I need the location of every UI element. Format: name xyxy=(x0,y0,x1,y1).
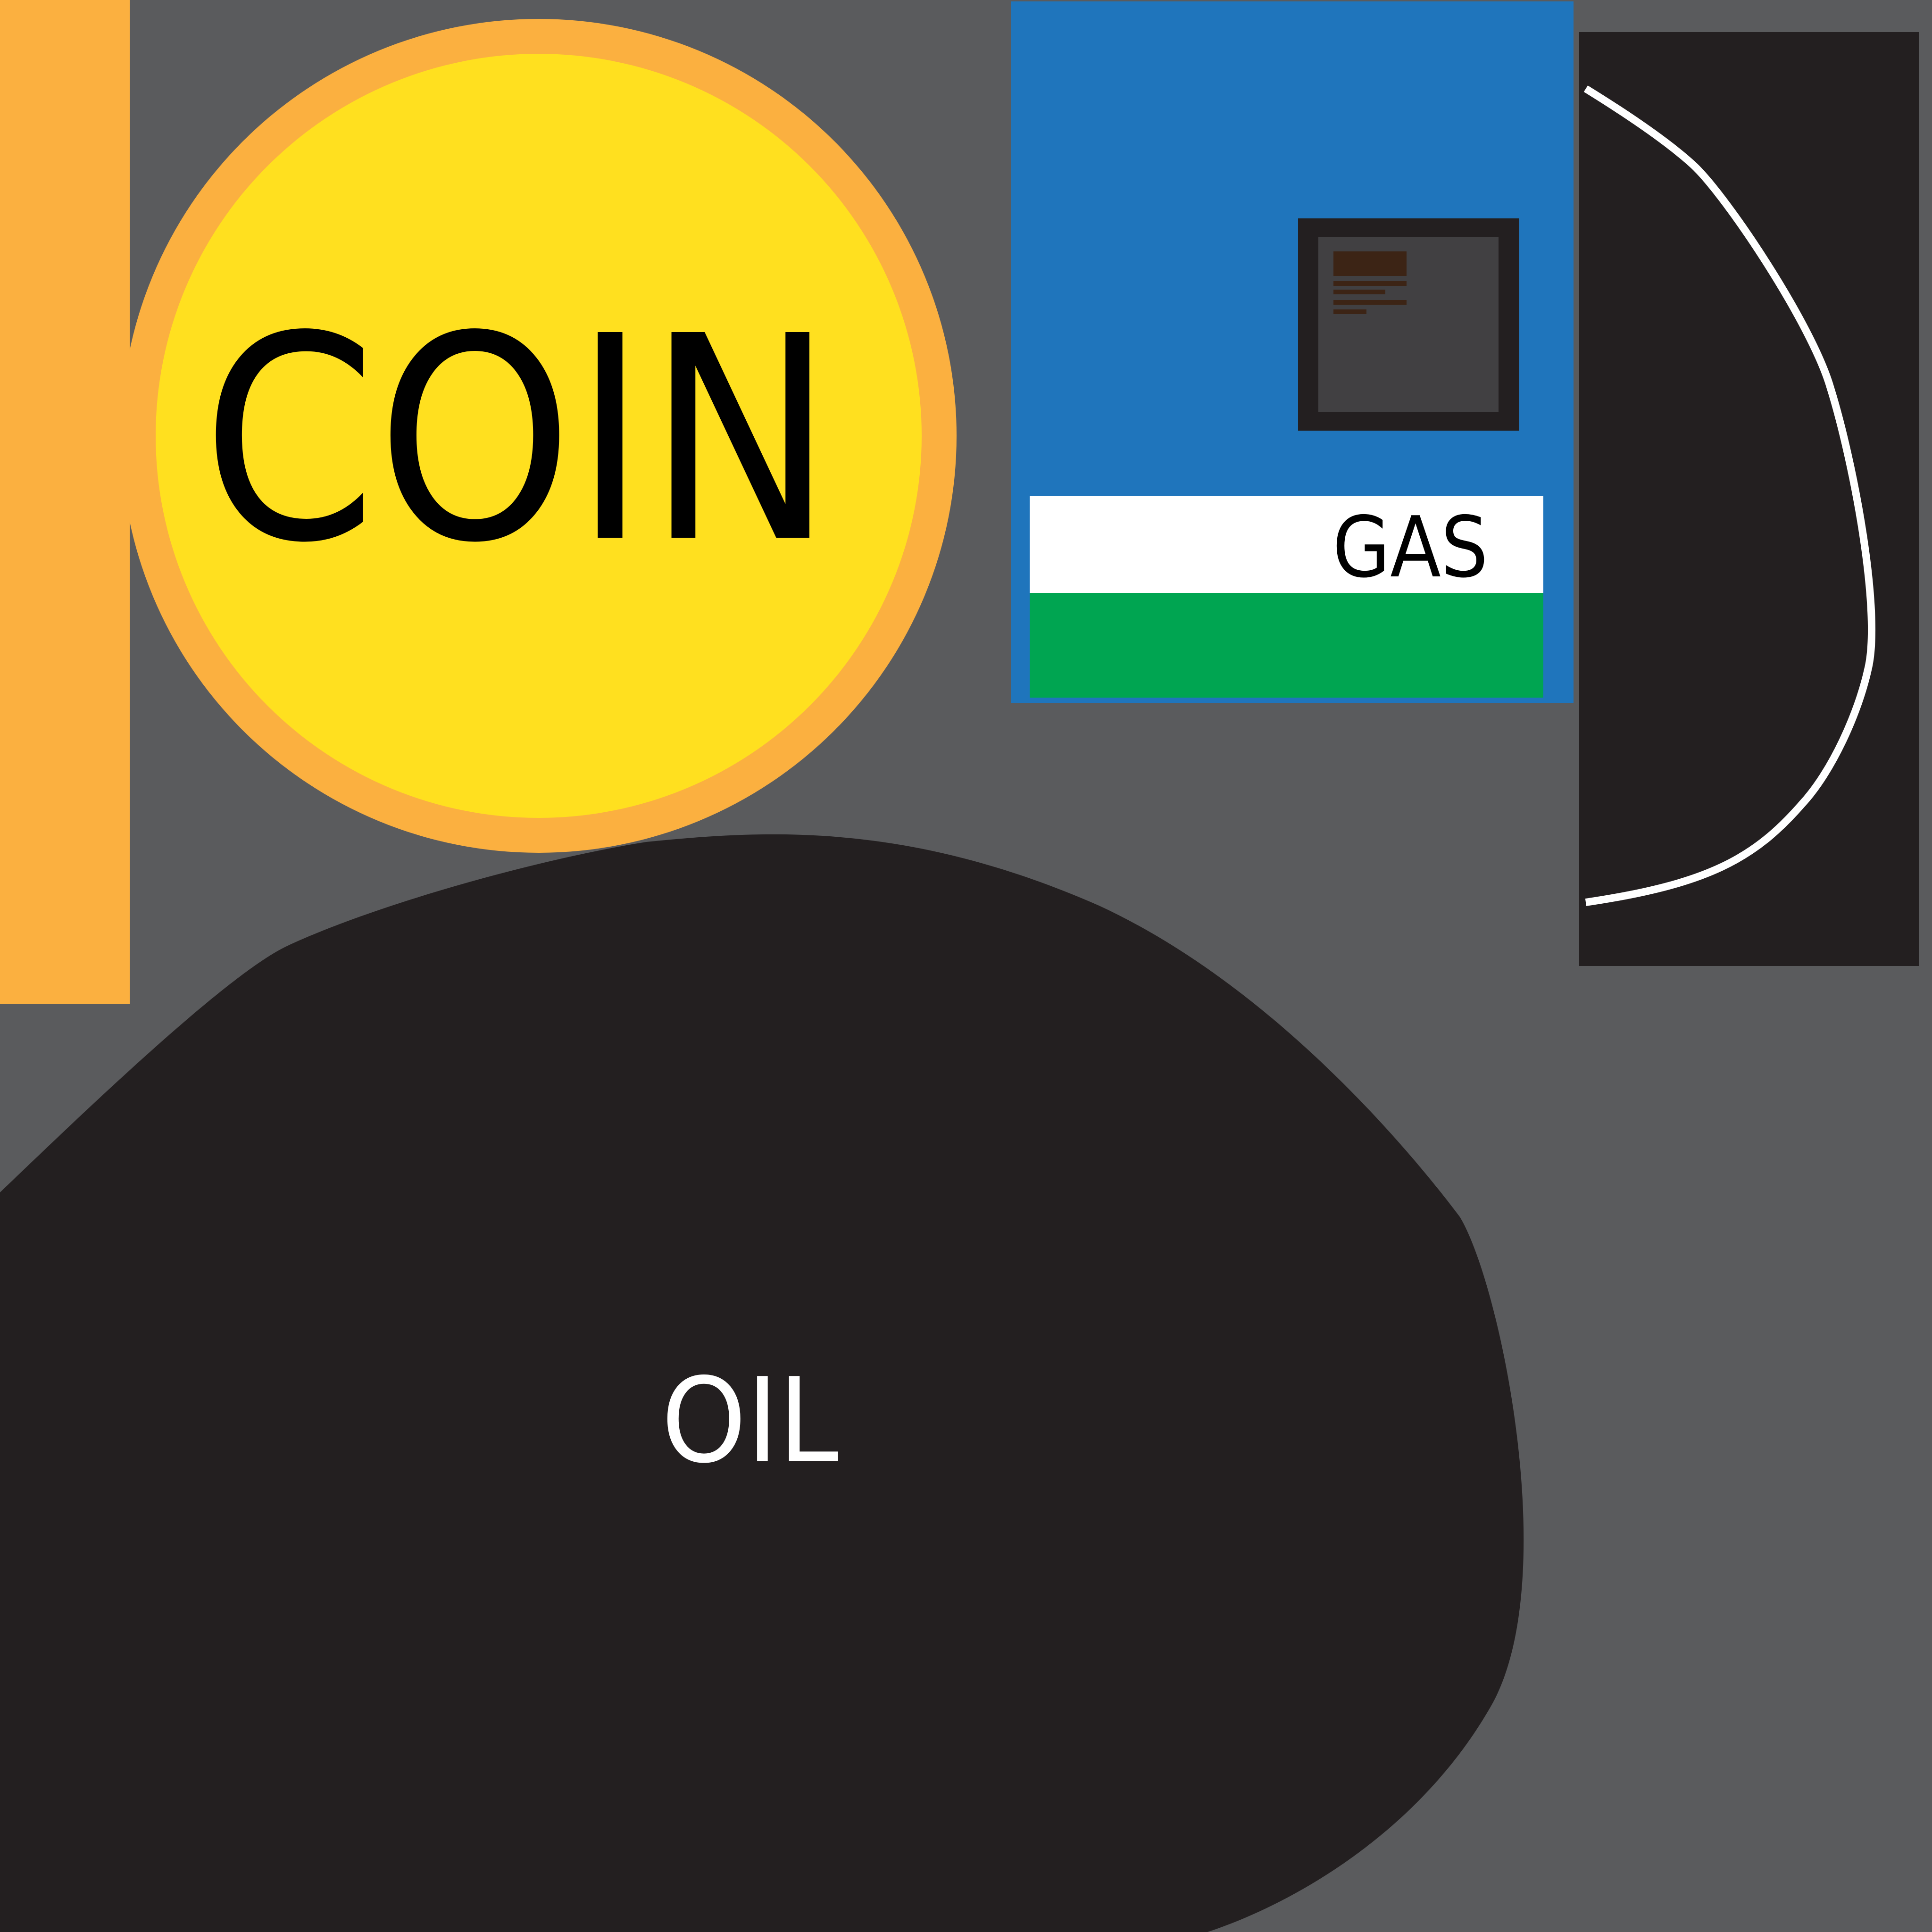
pump-screen-header-bar xyxy=(1333,251,1407,276)
pump-screen-line xyxy=(1333,309,1366,314)
pump-base-band xyxy=(1030,593,1543,698)
pump-label: GAS xyxy=(1332,499,1488,596)
oil-label: OIL xyxy=(661,1353,839,1489)
pump-screen-line xyxy=(1333,290,1385,294)
hose-panel xyxy=(1579,32,1919,966)
scene-canvas: COIN GAS OIL xyxy=(0,0,1932,1932)
gas-pump: GAS xyxy=(1011,1,1574,703)
coin-label: COIN xyxy=(202,276,834,605)
display-screen-icon xyxy=(1298,218,1519,431)
pump-screen-line xyxy=(1333,281,1407,286)
coin: COIN xyxy=(121,19,957,853)
fuel-hose-icon xyxy=(1579,32,1919,966)
pump-screen-line xyxy=(1333,300,1407,305)
left-bar xyxy=(0,0,130,1004)
